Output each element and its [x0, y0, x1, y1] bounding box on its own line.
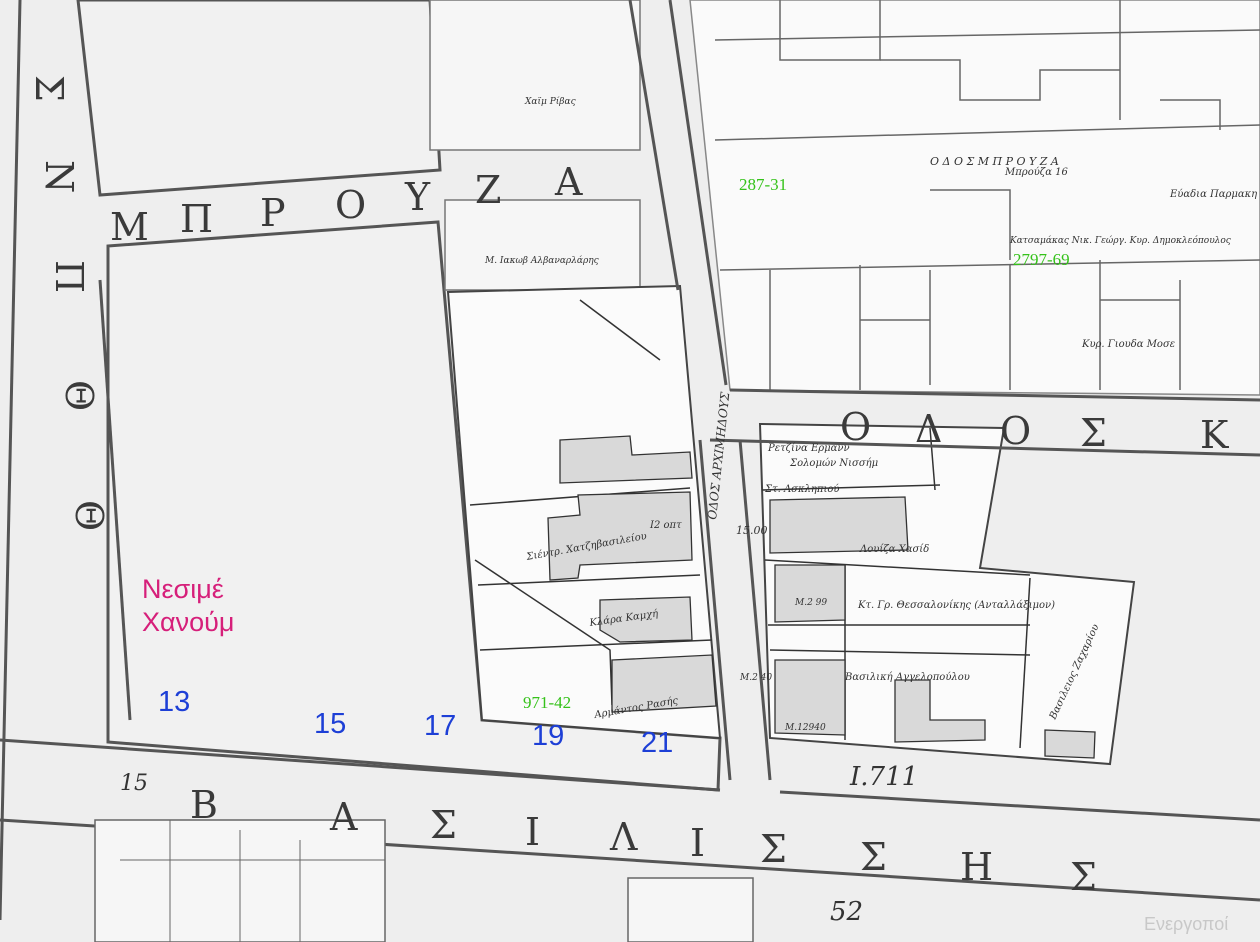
- plot-number-15: 15: [314, 708, 347, 740]
- width-mark: Ι.711: [849, 762, 918, 792]
- parcel-text: Ι2 οπτ: [649, 520, 682, 531]
- street-letter: Δ: [915, 407, 942, 451]
- street-letter: Μ: [110, 205, 149, 249]
- street-letter: Θ: [57, 380, 101, 411]
- scan-strip-top: [429, 0, 641, 151]
- street-letter: Σ: [760, 827, 787, 871]
- parcel-text: Ρετζίνα Ερμανν: [767, 443, 850, 454]
- street-letter: Σ: [27, 75, 71, 102]
- street-letter: Κ: [1200, 413, 1229, 457]
- street-letter: Υ: [404, 175, 431, 219]
- owner-label-line2: Χανούμ: [142, 607, 235, 637]
- street-letter: Ι: [525, 810, 540, 854]
- parcel-text: Χαϊμ Ρίβας: [524, 96, 577, 107]
- street-letter: Ζ: [475, 168, 501, 212]
- street-letter: Θ: [67, 500, 111, 531]
- street-letter: Σ: [1080, 411, 1107, 455]
- reference-code: 287-31: [739, 175, 788, 194]
- plot-number-21: 21: [641, 727, 674, 759]
- watermark-text: Ενεργοποί: [1144, 914, 1229, 934]
- street-letter: Ι: [690, 821, 705, 865]
- street-letter: Ο: [1000, 409, 1031, 453]
- parcel-text: Μ.12940: [784, 723, 826, 733]
- width-mark: 15.00: [736, 524, 768, 537]
- scan-fragment-south: [627, 877, 754, 942]
- owner-label-line1: Νεσιμέ: [142, 574, 224, 604]
- parcel-text: Κατσαμάκας Νικ. Γεώργ. Κυρ. Δημοκλεόπουλ…: [1009, 235, 1232, 246]
- street-letter: Σ: [1070, 855, 1097, 899]
- street-letter: Ν: [37, 160, 81, 193]
- width-mark: 15: [120, 771, 148, 796]
- plot-number-19: 19: [532, 720, 565, 752]
- parcel-text: Μπρούζα 16: [1004, 167, 1069, 178]
- street-letter: Π: [47, 260, 91, 293]
- parcel-text: Σολομών Νισσήμ: [789, 458, 878, 469]
- plot-number-17: 17: [424, 710, 457, 742]
- reference-code: 971-42: [523, 693, 572, 712]
- parcel-text: Μ.2 99: [794, 598, 827, 608]
- parcel-text: Βασιλική Αγγελοπούλου: [844, 672, 970, 683]
- street-letter: Σ: [430, 803, 457, 847]
- street-letter: Β: [190, 783, 218, 827]
- street-letter: Π: [180, 197, 213, 241]
- parcel-text: Κτ. Γρ. Θεσσαλονίκης (Ανταλλάξιμον): [857, 600, 1055, 611]
- parcel-text: Στ. Ασκληπιού: [764, 484, 840, 495]
- parcel-text: Εύαδια Παρμακη: [1169, 189, 1257, 200]
- parcel-text: Μ.2 40: [739, 673, 772, 683]
- street-letter: Α: [329, 795, 358, 839]
- street-letter: Ο: [335, 183, 366, 227]
- cadastral-map: Σ Ν Π Θ Θ Μ Π Ρ Ο Υ Ζ Α Β Α Σ Ι Λ Ι Σ Σ …: [0, 0, 1260, 942]
- reference-code: 2797-69: [1013, 250, 1070, 269]
- street-letter: Λ: [609, 815, 638, 859]
- owner-label: Νεσιμέ Χανούμ: [142, 573, 234, 639]
- block-northwest: [76, 0, 442, 197]
- parcel-text: Λουίζα Χασίδ: [859, 544, 929, 555]
- street-letter: Σ: [860, 835, 887, 879]
- width-mark: 52: [830, 897, 863, 927]
- parcel-text: Μ. Ιακωβ Αλβαναρλάρης: [484, 255, 600, 266]
- street-letter: Η: [960, 845, 993, 889]
- street-letter: Ρ: [260, 191, 286, 235]
- parcel-text: Κυρ. Γιουδα Μοσε: [1081, 339, 1175, 350]
- plot-number-13: 13: [158, 686, 191, 718]
- street-letter: Α: [554, 160, 583, 204]
